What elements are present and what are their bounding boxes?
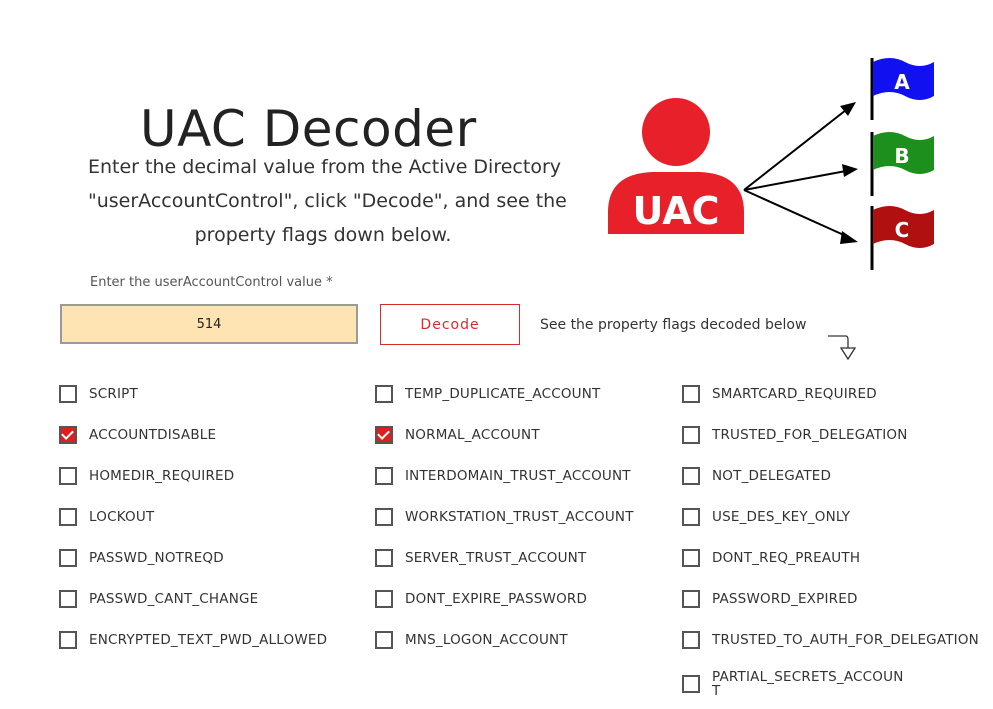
- flag-checkbox[interactable]: [375, 467, 393, 485]
- flag-checkbox[interactable]: [682, 426, 700, 444]
- flag-option-smartcard-required[interactable]: SMARTCARD_REQUIRED: [682, 385, 877, 403]
- uac-illustration: UAC A B C: [608, 58, 934, 270]
- page-title: UAC Decoder: [140, 99, 477, 158]
- flag-option-dont-req-preauth[interactable]: DONT_REQ_PREAUTH: [682, 549, 860, 567]
- flag-option-workstation-trust-account[interactable]: WORKSTATION_TRUST_ACCOUNT: [375, 508, 634, 526]
- flag-label: HOMEDIR_REQUIRED: [89, 468, 235, 484]
- flag-a-icon: A: [870, 58, 934, 120]
- flag-option-temp-duplicate-account[interactable]: TEMP_DUPLICATE_ACCOUNT: [375, 385, 600, 403]
- intro-line: Enter the decimal value from the Active …: [88, 156, 561, 178]
- flag-label: INTERDOMAIN_TRUST_ACCOUNT: [405, 468, 631, 484]
- flag-option-password-expired[interactable]: PASSWORD_EXPIRED: [682, 590, 858, 608]
- flag-label: WORKSTATION_TRUST_ACCOUNT: [405, 509, 634, 525]
- flag-label: NORMAL_ACCOUNT: [405, 427, 540, 443]
- flag-checkbox[interactable]: [59, 385, 77, 403]
- flag-option-not-delegated[interactable]: NOT_DELEGATED: [682, 467, 831, 485]
- flag-checkbox[interactable]: [59, 467, 77, 485]
- user-icon: UAC: [608, 98, 744, 234]
- intro-line: "userAccountControl", click "Decode", an…: [88, 190, 567, 212]
- flag-option-encrypted-text-pwd-allowed[interactable]: ENCRYPTED_TEXT_PWD_ALLOWED: [59, 631, 327, 649]
- flag-checkbox[interactable]: [682, 467, 700, 485]
- svg-text:B: B: [894, 144, 909, 168]
- flag-option-homedir-required[interactable]: HOMEDIR_REQUIRED: [59, 467, 234, 485]
- flag-option-dont-expire-password[interactable]: DONT_EXPIRE_PASSWORD: [375, 590, 587, 608]
- flag-checkbox[interactable]: [375, 426, 393, 444]
- flag-option-passwd-notreqd[interactable]: PASSWD_NOTREQD: [59, 549, 224, 567]
- flag-option-passwd-cant-change[interactable]: PASSWD_CANT_CHANGE: [59, 590, 258, 608]
- flag-option-partial-secrets-account[interactable]: PARTIAL_SECRETS_ACCOUNT: [682, 670, 904, 698]
- flag-checkbox[interactable]: [375, 508, 393, 526]
- flag-checkbox[interactable]: [59, 549, 77, 567]
- flag-option-lockout[interactable]: LOCKOUT: [59, 508, 154, 526]
- flag-checkbox[interactable]: [375, 385, 393, 403]
- flag-option-interdomain-trust-account[interactable]: INTERDOMAIN_TRUST_ACCOUNT: [375, 467, 631, 485]
- flag-option-normal-account[interactable]: NORMAL_ACCOUNT: [375, 426, 540, 444]
- flag-label: PARTIAL_SECRETS_ACCOUNT: [712, 669, 904, 699]
- flag-label: LOCKOUT: [89, 509, 155, 525]
- flag-checkbox[interactable]: [59, 426, 77, 444]
- flag-option-trusted-for-delegation[interactable]: TRUSTED_FOR_DELEGATION: [682, 426, 908, 444]
- flag-label: TRUSTED_TO_AUTH_FOR_DELEGATION: [712, 632, 979, 648]
- flag-label: ENCRYPTED_TEXT_PWD_ALLOWED: [89, 632, 328, 648]
- intro-line: property flags down below.: [194, 224, 452, 246]
- arrowheads: [840, 102, 858, 244]
- decode-hint: See the property flags decoded below: [540, 317, 807, 333]
- flag-checkbox[interactable]: [682, 675, 700, 693]
- flag-option-mns-logon-account[interactable]: MNS_LOGON_ACCOUNT: [375, 631, 568, 649]
- svg-text:A: A: [894, 70, 910, 94]
- flag-checkbox[interactable]: [682, 385, 700, 403]
- flag-b-icon: B: [870, 132, 934, 196]
- flag-label: TEMP_DUPLICATE_ACCOUNT: [405, 386, 601, 402]
- flag-label: SCRIPT: [89, 386, 138, 402]
- flag-c-icon: C: [870, 206, 934, 270]
- flag-option-server-trust-account[interactable]: SERVER_TRUST_ACCOUNT: [375, 549, 586, 567]
- decode-button[interactable]: Decode: [380, 304, 520, 345]
- flag-label: PASSWD_NOTREQD: [89, 550, 224, 566]
- flag-label: MNS_LOGON_ACCOUNT: [405, 632, 568, 648]
- uac-value-label: Enter the userAccountControl value *: [90, 275, 333, 290]
- flag-label: PASSWD_CANT_CHANGE: [89, 591, 259, 607]
- flag-label: SMARTCARD_REQUIRED: [712, 386, 877, 402]
- flag-option-script[interactable]: SCRIPT: [59, 385, 138, 403]
- flag-label: ACCOUNTDISABLE: [89, 427, 217, 443]
- svg-text:C: C: [895, 218, 910, 242]
- flag-label: DONT_EXPIRE_PASSWORD: [405, 591, 588, 607]
- uac-value-input[interactable]: [60, 304, 358, 344]
- flag-checkbox[interactable]: [375, 590, 393, 608]
- flag-checkbox[interactable]: [59, 590, 77, 608]
- flag-checkbox[interactable]: [682, 549, 700, 567]
- flag-checkbox[interactable]: [375, 631, 393, 649]
- arrows: [743, 109, 847, 237]
- flag-label: TRUSTED_FOR_DELEGATION: [712, 427, 908, 443]
- flag-label: DONT_REQ_PREAUTH: [712, 550, 861, 566]
- flag-label: NOT_DELEGATED: [712, 468, 832, 484]
- down-arrow-icon: [828, 335, 857, 361]
- uac-badge-text: UAC: [633, 189, 720, 233]
- flag-option-use-des-key-only[interactable]: USE_DES_KEY_ONLY: [682, 508, 850, 526]
- flag-checkbox[interactable]: [682, 631, 700, 649]
- intro-text: Enter the decimal value from the Active …: [88, 150, 567, 252]
- flag-checkbox[interactable]: [375, 549, 393, 567]
- flag-checkbox[interactable]: [59, 631, 77, 649]
- flag-label: USE_DES_KEY_ONLY: [712, 509, 851, 525]
- flag-checkbox[interactable]: [682, 590, 700, 608]
- flag-checkbox[interactable]: [59, 508, 77, 526]
- flag-label: SERVER_TRUST_ACCOUNT: [405, 550, 587, 566]
- flag-option-accountdisable[interactable]: ACCOUNTDISABLE: [59, 426, 216, 444]
- flag-checkbox[interactable]: [682, 508, 700, 526]
- flag-label: PASSWORD_EXPIRED: [712, 591, 858, 607]
- flag-option-trusted-to-auth-for-delegation[interactable]: TRUSTED_TO_AUTH_FOR_DELEGATION: [682, 631, 979, 649]
